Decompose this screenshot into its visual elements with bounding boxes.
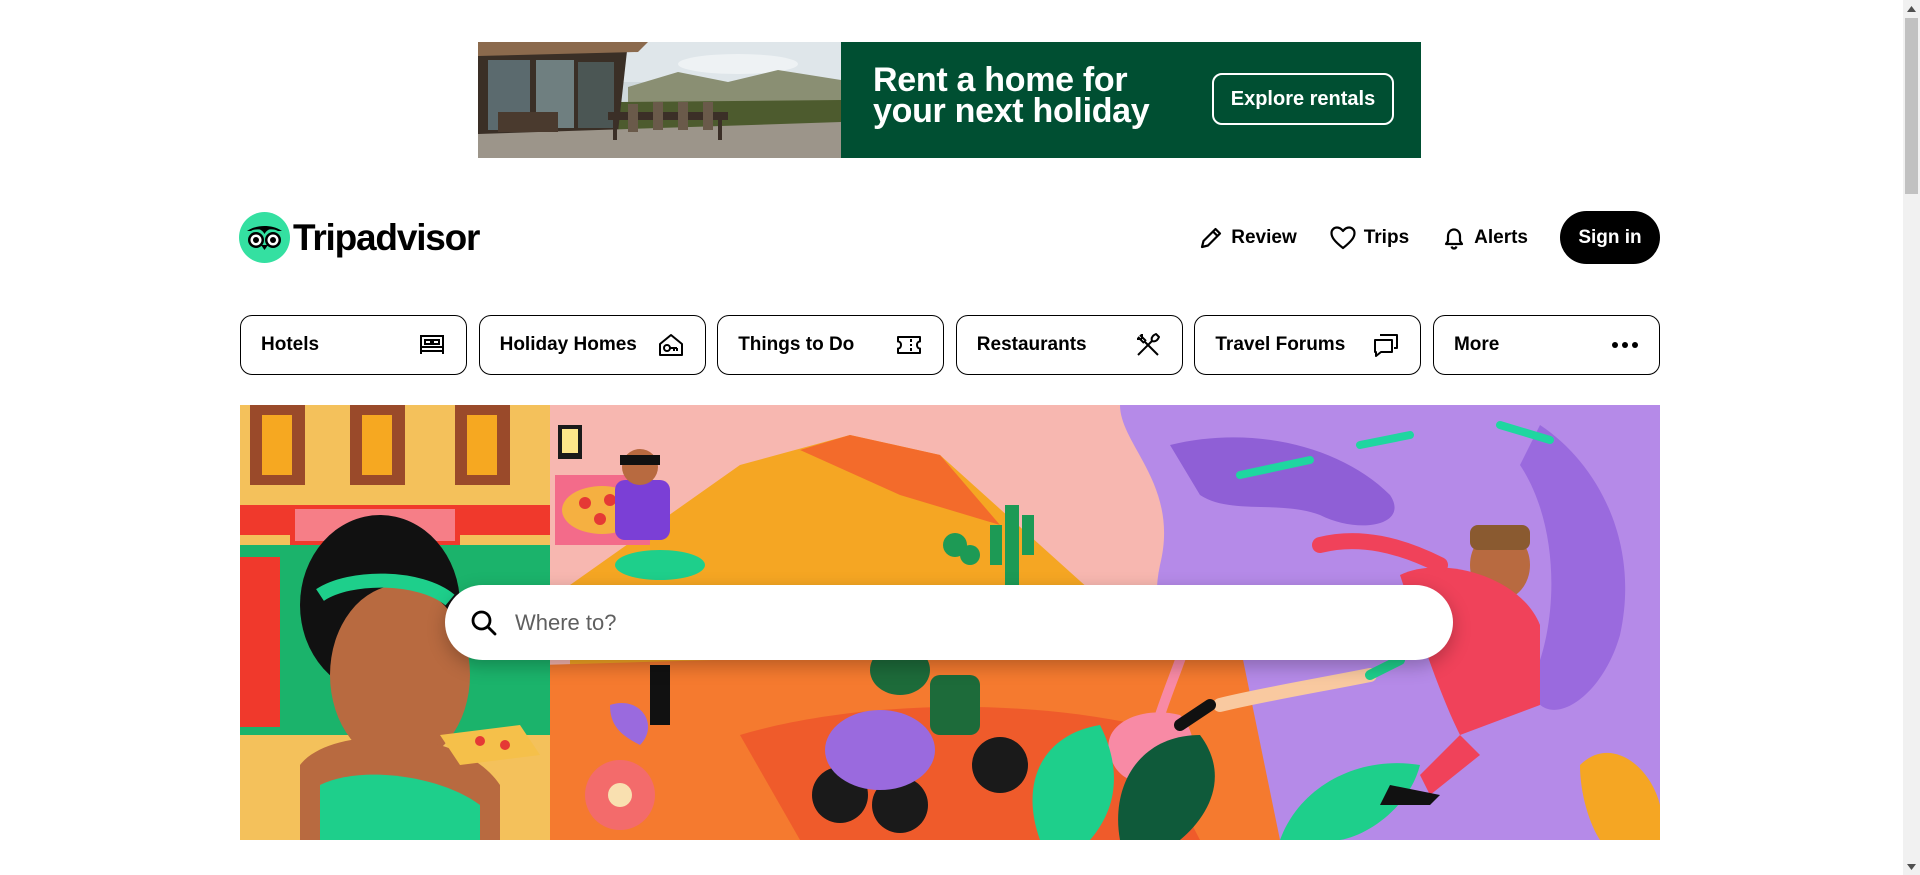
bell-icon bbox=[1445, 227, 1464, 250]
search-bar[interactable] bbox=[445, 585, 1453, 660]
house-key-icon bbox=[658, 334, 683, 356]
tab-holiday-homes[interactable]: Holiday Homes bbox=[478, 315, 706, 375]
ad-headline-line2: your next holiday bbox=[873, 92, 1150, 130]
fork-knife-icon bbox=[1136, 333, 1160, 356]
sign-in-button[interactable]: Sign in bbox=[1560, 211, 1660, 264]
ad-banner[interactable]: Rent a home for your next holiday Explor… bbox=[478, 42, 1421, 158]
hero-banner bbox=[240, 405, 1660, 840]
pencil-icon bbox=[1201, 227, 1222, 248]
tab-hotels[interactable]: Hotels bbox=[240, 315, 467, 375]
ad-content: Rent a home for your next holiday Explor… bbox=[841, 42, 1421, 158]
tab-restaurants[interactable]: Restaurants bbox=[955, 315, 1183, 375]
ticket-icon bbox=[897, 336, 922, 354]
tab-more-label: More bbox=[1453, 334, 1500, 355]
ad-headline: Rent a home for your next holiday bbox=[873, 63, 1203, 130]
search-icon bbox=[471, 610, 497, 635]
ad-photo-patio bbox=[478, 42, 841, 158]
alerts-label: Alerts bbox=[1474, 226, 1528, 248]
tab-holiday-homes-label: Holiday Homes bbox=[499, 334, 637, 355]
tab-more[interactable]: More bbox=[1432, 315, 1660, 375]
tab-travel-forums-label: Travel Forums bbox=[1215, 334, 1346, 355]
scroll-down-arrow-icon[interactable] bbox=[1903, 858, 1920, 875]
category-tabs: Hotels Holiday Homes Things to Do Restau… bbox=[240, 315, 1660, 376]
trips-label: Trips bbox=[1363, 226, 1410, 248]
explore-rentals-button[interactable]: Explore rentals bbox=[1212, 73, 1394, 125]
alerts-link[interactable]: Alerts bbox=[1441, 225, 1528, 251]
header-actions: Review Trips Alerts Sign in bbox=[1198, 211, 1660, 264]
heart-icon bbox=[1330, 225, 1356, 249]
ellipsis-icon bbox=[1611, 342, 1638, 348]
tab-things-to-do[interactable]: Things to Do bbox=[717, 315, 945, 375]
tripadvisor-logo[interactable]: Tripadvisor bbox=[239, 212, 480, 263]
owl-logo-icon bbox=[239, 212, 290, 263]
trips-link[interactable]: Trips bbox=[1329, 225, 1409, 251]
tab-restaurants-label: Restaurants bbox=[976, 334, 1087, 355]
page-scrollbar[interactable] bbox=[1903, 0, 1920, 875]
review-link[interactable]: Review bbox=[1198, 225, 1297, 251]
logo-wordmark: Tripadvisor bbox=[293, 216, 480, 258]
scroll-up-arrow-icon[interactable] bbox=[1903, 0, 1920, 17]
chat-bubbles-icon bbox=[1374, 334, 1399, 357]
scrollbar-thumb[interactable] bbox=[1905, 18, 1918, 194]
tab-hotels-label: Hotels bbox=[261, 334, 320, 355]
review-label: Review bbox=[1231, 226, 1297, 248]
tab-things-to-do-label: Things to Do bbox=[738, 334, 855, 355]
bed-icon bbox=[420, 335, 444, 354]
tab-travel-forums[interactable]: Travel Forums bbox=[1194, 315, 1422, 375]
search-input[interactable] bbox=[515, 609, 1415, 636]
